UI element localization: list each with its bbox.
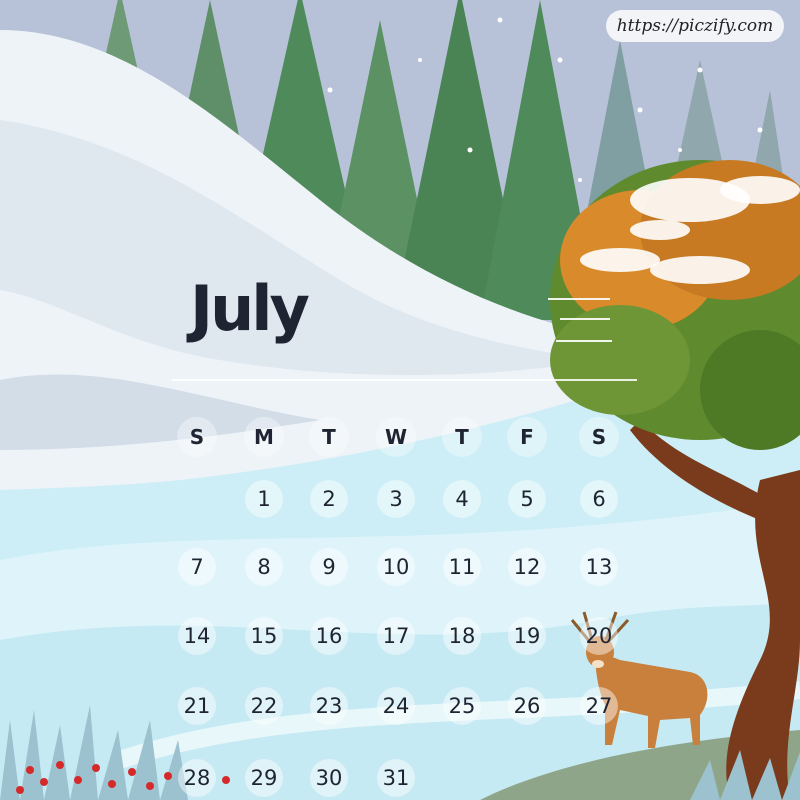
day-cell: 10: [377, 548, 415, 586]
decorative-line: [548, 298, 610, 300]
day-cell: 28: [178, 759, 216, 797]
day-cell: 12: [508, 548, 546, 586]
calendar: July SMTWTFS 1 2 3 4 5 6 7 8 9 10 11 12 13 14 15 16 17 18…: [0, 0, 800, 800]
weekday-label: T: [442, 417, 482, 457]
day-cell: 31: [377, 759, 415, 797]
weekday-label: F: [507, 417, 547, 457]
weekday-label: S: [177, 417, 217, 457]
day-cell: 23: [310, 687, 348, 725]
day-cell: 27: [580, 687, 618, 725]
day-cell: 1: [245, 480, 283, 518]
day-cell: 9: [310, 548, 348, 586]
day-cell: 20: [580, 617, 618, 655]
weekday-label: S: [579, 417, 619, 457]
day-cell: 17: [377, 617, 415, 655]
weekday-label: M: [244, 417, 284, 457]
day-cell: 8: [245, 548, 283, 586]
day-cell: 3: [377, 480, 415, 518]
month-title: July: [190, 272, 310, 345]
day-cell: 25: [443, 687, 481, 725]
day-cell: 24: [377, 687, 415, 725]
day-cell: 19: [508, 617, 546, 655]
day-cell: 15: [245, 617, 283, 655]
day-cell: 2: [310, 480, 348, 518]
decorative-line: [556, 340, 612, 342]
day-cell: 6: [580, 480, 618, 518]
day-cell: 4: [443, 480, 481, 518]
day-cell: 14: [178, 617, 216, 655]
day-cell: 30: [310, 759, 348, 797]
weekday-label: W: [376, 417, 416, 457]
day-cell: 7: [178, 548, 216, 586]
day-cell: 22: [245, 687, 283, 725]
day-cell: 21: [178, 687, 216, 725]
watermark: https://piczify.com: [606, 10, 784, 42]
weekday-label: T: [309, 417, 349, 457]
day-cell: 13: [580, 548, 618, 586]
day-cell: 5: [508, 480, 546, 518]
day-cell: 11: [443, 548, 481, 586]
calendar-divider: [172, 379, 637, 381]
day-cell: 18: [443, 617, 481, 655]
day-cell: 26: [508, 687, 546, 725]
day-cell: 29: [245, 759, 283, 797]
decorative-line: [560, 318, 610, 320]
day-cell: 16: [310, 617, 348, 655]
